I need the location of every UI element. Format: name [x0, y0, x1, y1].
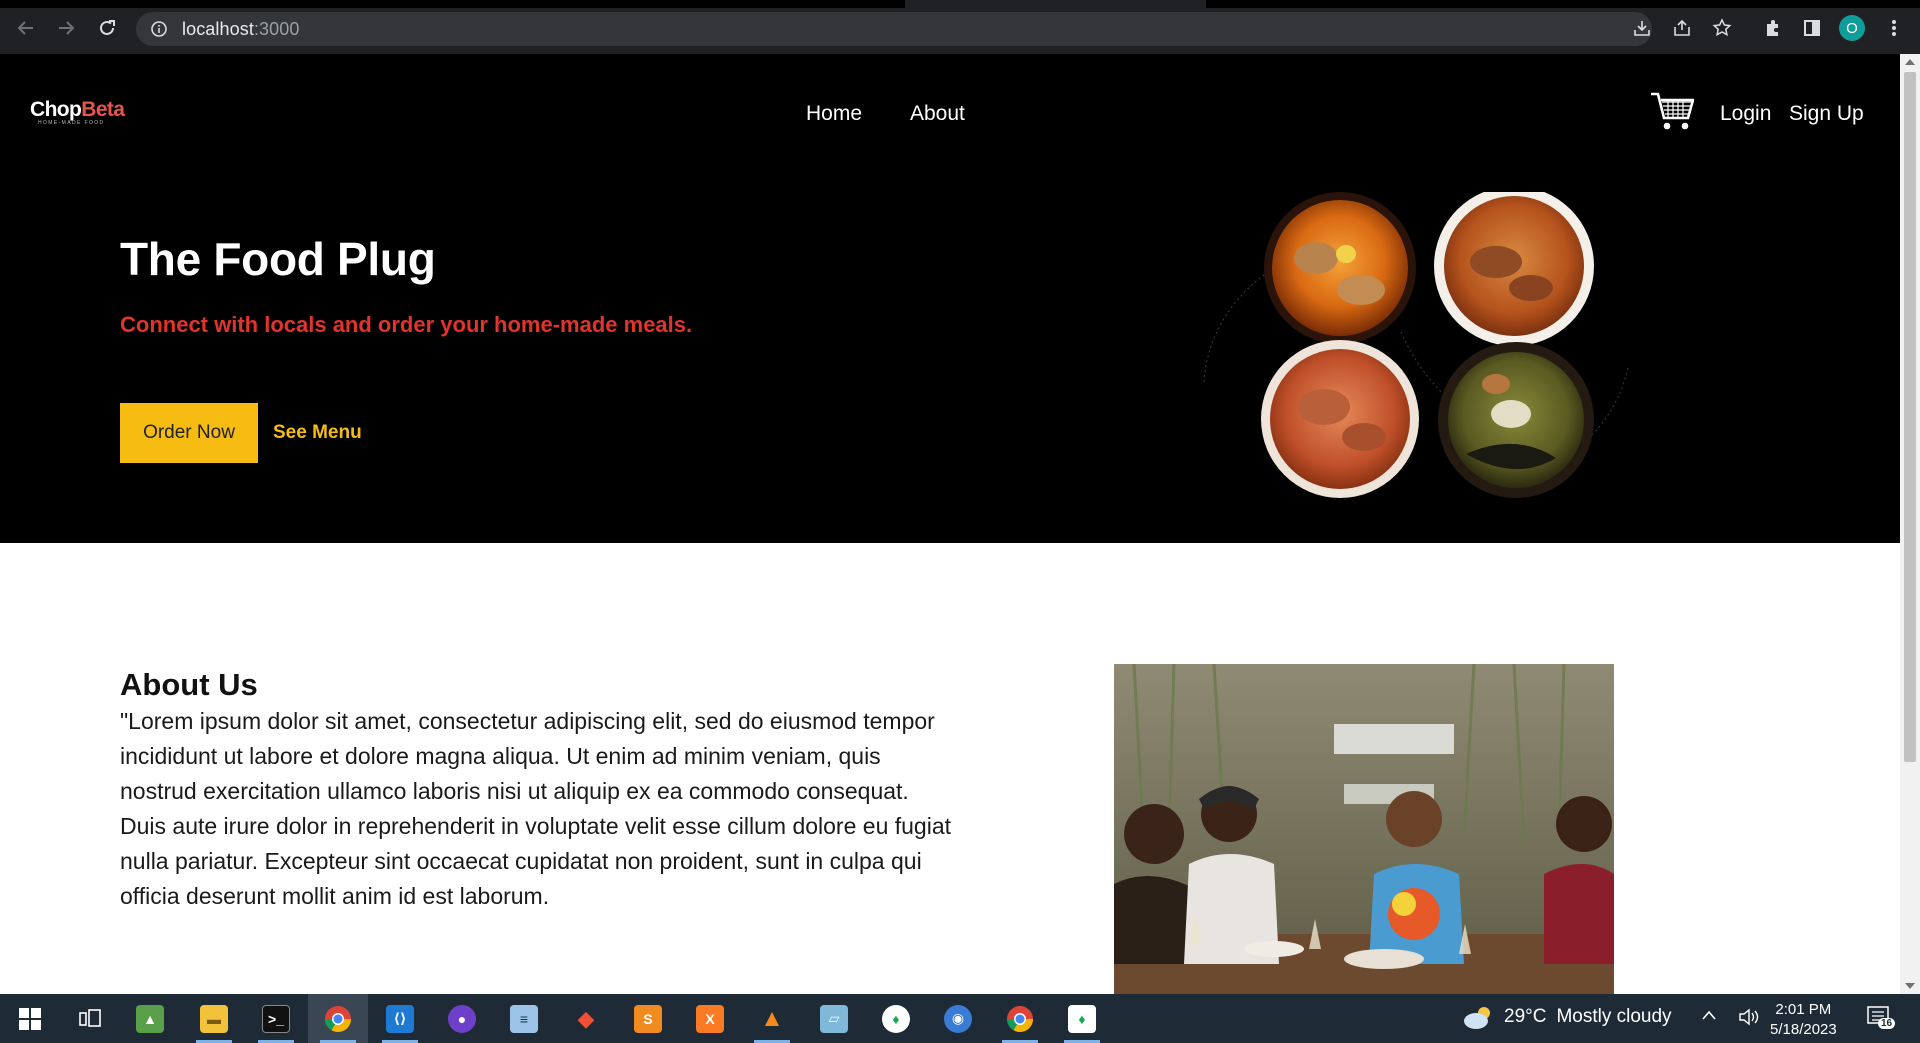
about-body-text: "Lorem ipsum dolor sit amet, consectetur… — [120, 708, 952, 909]
xampp-icon[interactable]: X — [680, 994, 740, 1043]
scroll-up-icon[interactable] — [1905, 59, 1915, 65]
page-scrollbar[interactable] — [1900, 54, 1920, 994]
mongodb-compass-icon[interactable]: ♦ — [866, 994, 926, 1043]
chrome-dev-icon[interactable] — [990, 994, 1050, 1043]
weather-temp: 29°C — [1504, 1006, 1547, 1027]
nav-login[interactable]: Login — [1720, 102, 1771, 126]
edge-like-icon[interactable]: ◉ — [928, 994, 988, 1043]
tab-strip — [1206, 0, 1920, 8]
nav-about[interactable]: About — [910, 102, 965, 126]
order-now-button[interactable]: Order Now — [120, 403, 258, 463]
info-icon[interactable] — [150, 20, 168, 38]
photo-app-icon[interactable]: ▲ — [120, 994, 180, 1043]
sublime-text-icon[interactable]: S — [618, 994, 678, 1043]
page-viewport: ChopBeta HOME-MADE FOOD Home About Login… — [0, 54, 1900, 994]
star-icon[interactable] — [1711, 17, 1733, 39]
github-desktop-icon[interactable]: ● — [432, 994, 492, 1043]
chevron-up-icon[interactable] — [1701, 1008, 1717, 1022]
weather-text: Mostly cloudy — [1556, 1006, 1672, 1027]
about-title: About Us — [120, 667, 258, 702]
cloud-icon — [1462, 1004, 1496, 1030]
hero-subtitle: Connect with locals and order your home-… — [120, 312, 693, 337]
volume-icon[interactable] — [1738, 1008, 1760, 1026]
terminal-icon[interactable]: >_ — [246, 994, 306, 1043]
vlc-icon[interactable]: ▲ — [742, 994, 802, 1043]
side-panel-icon[interactable] — [1801, 17, 1823, 39]
people-eating-photo — [1114, 664, 1614, 994]
notification-count-badge: 16 — [1878, 1018, 1896, 1029]
notification-center-icon[interactable]: 16 — [1866, 1004, 1896, 1030]
weather-widget[interactable]: 29°C Mostly cloudy — [1462, 1004, 1672, 1030]
file-explorer-icon[interactable]: ▬ — [184, 994, 244, 1043]
extensions-icon[interactable] — [1762, 17, 1784, 39]
see-menu-link[interactable]: See Menu — [273, 422, 362, 444]
mongodb-icon[interactable]: ♦ — [1052, 994, 1112, 1043]
site-logo[interactable]: ChopBeta HOME-MADE FOOD — [30, 98, 125, 126]
profile-avatar[interactable]: O — [1839, 15, 1865, 41]
address-bar[interactable]: localhost:3000 — [136, 12, 1652, 46]
url-text: localhost:3000 — [182, 18, 300, 39]
task-view-icon[interactable] — [60, 994, 120, 1043]
install-icon[interactable] — [1631, 17, 1653, 39]
windows-taskbar: ▲ ▬ >_ ⟨⟩ ● ≡ ◆ S X ▲ ▱ ♦ ◉ ♦ 29°C Mostl… — [0, 994, 1920, 1043]
scroll-down-icon[interactable] — [1905, 983, 1915, 989]
notes-icon[interactable]: ▱ — [804, 994, 864, 1043]
cart-icon[interactable] — [1650, 90, 1694, 132]
chrome-icon[interactable] — [308, 994, 368, 1043]
notepad-icon[interactable]: ≡ — [494, 994, 554, 1043]
reload-icon[interactable] — [95, 16, 119, 40]
back-icon[interactable] — [14, 16, 38, 40]
food-bowls-image — [1196, 192, 1636, 502]
taskbar-clock[interactable]: 2:01 PM 5/18/2023 — [1770, 1000, 1837, 1040]
forward-icon[interactable] — [54, 16, 78, 40]
menu-dots-icon[interactable] — [1883, 17, 1905, 39]
share-icon[interactable] — [1671, 17, 1693, 39]
git-icon[interactable]: ◆ — [556, 994, 616, 1043]
browser-toolbar: localhost:3000 O — [0, 0, 1920, 54]
windows-start-icon[interactable] — [0, 994, 60, 1043]
nav-signup[interactable]: Sign Up — [1789, 102, 1864, 126]
tab-strip — [0, 0, 905, 8]
nav-home[interactable]: Home — [806, 102, 862, 126]
vscode-icon[interactable]: ⟨⟩ — [370, 994, 430, 1043]
scrollbar-thumb[interactable] — [1904, 72, 1916, 762]
hero-section: ChopBeta HOME-MADE FOOD Home About Login… — [0, 54, 1900, 543]
hero-title: The Food Plug — [120, 233, 436, 285]
